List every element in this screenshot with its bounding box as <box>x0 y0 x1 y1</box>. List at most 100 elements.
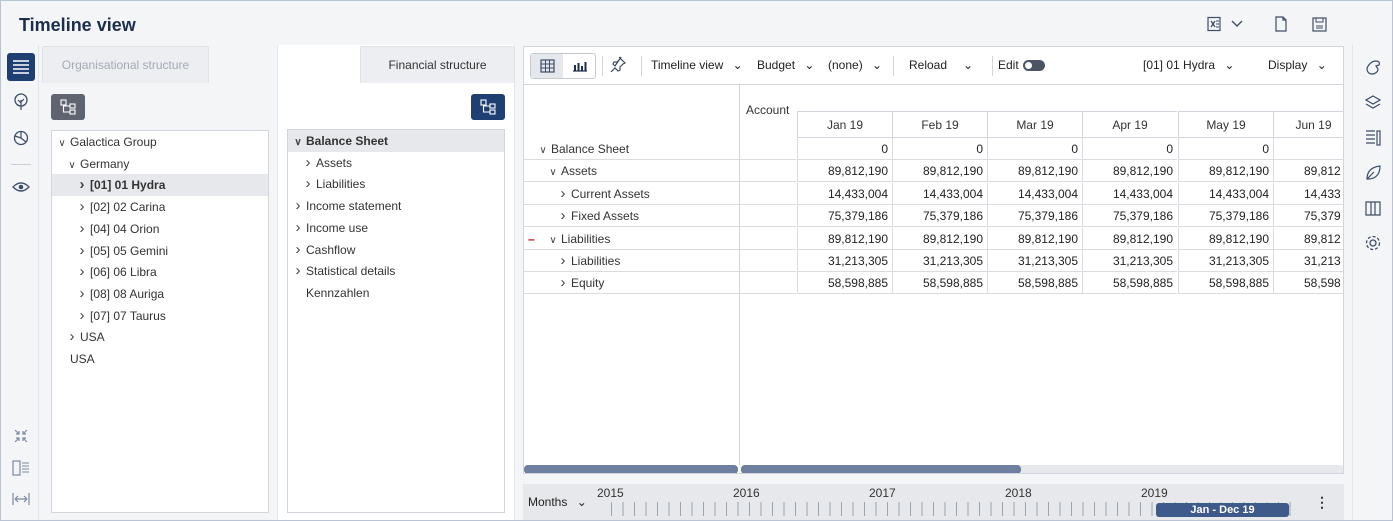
reload-options-chevron-icon[interactable]: ⌄ <box>963 58 973 72</box>
tree-item[interactable]: › [04] 04 Orion <box>52 218 268 240</box>
grid-cell[interactable]: 75,379 <box>1273 205 1343 228</box>
fin-tree-toggle-button[interactable] <box>471 94 505 120</box>
layers-icon[interactable] <box>1362 92 1384 114</box>
grid-cell[interactable]: 0 <box>797 138 892 160</box>
tree-item[interactable]: USA <box>52 348 268 370</box>
tree-item[interactable]: › Liabilities <box>288 173 504 195</box>
grid-row-label[interactable]: – ∨ Liabilities <box>524 228 739 250</box>
reload-button[interactable]: Reload <box>909 58 947 72</box>
tree-item[interactable]: › Cashflow <box>288 239 504 261</box>
excel-export-icon[interactable] <box>1204 14 1224 34</box>
chevron-right-icon[interactable]: › <box>77 261 87 283</box>
grid-cell[interactable]: 14,433,004 <box>797 182 892 205</box>
grid-cell[interactable]: 14,433,004 <box>1082 182 1177 205</box>
grid-cell[interactable]: 75,379,186 <box>987 205 1082 228</box>
pin-icon[interactable] <box>610 56 627 75</box>
tree-item[interactable]: › [07] 07 Taurus <box>52 305 268 327</box>
tree-item[interactable]: ∨ Germany <box>52 153 268 175</box>
grid-cell[interactable]: 89,812,190 <box>797 160 892 183</box>
grid-cell[interactable]: 89,812,190 <box>892 160 987 183</box>
grid-row-label[interactable]: › Current Assets <box>524 183 739 205</box>
chevron-right-icon[interactable]: › <box>77 218 87 240</box>
compare-dropdown[interactable]: (none) ⌄ <box>828 58 882 72</box>
grid-cell[interactable]: 89,812,190 <box>1082 227 1177 250</box>
grid-cell[interactable]: 31,213,305 <box>987 250 1082 272</box>
tree-item[interactable]: ∨ Balance Sheet <box>288 130 504 152</box>
chevron-right-icon[interactable]: › <box>77 196 87 218</box>
timeline-year-label[interactable]: 2019 <box>1141 486 1168 500</box>
entity-dropdown[interactable]: [01] 01 Hydra ⌄ <box>1143 58 1234 72</box>
grid-cell[interactable]: 89,812 <box>1273 227 1343 250</box>
chevron-right-icon[interactable]: › <box>77 240 87 262</box>
grid-row-label[interactable]: ∨ Balance Sheet <box>524 138 739 160</box>
chevron-down-icon[interactable]: ∨ <box>67 155 77 177</box>
grid-cell[interactable]: 75,379,186 <box>1082 205 1177 228</box>
chevron-right-icon[interactable]: › <box>77 174 87 196</box>
tab-organisational-structure[interactable]: Organisational structure <box>42 46 209 83</box>
pie-chart-icon[interactable] <box>7 124 35 152</box>
timeline-year-label[interactable]: 2018 <box>1005 486 1032 500</box>
chevron-right-icon[interactable]: › <box>293 195 303 217</box>
grid-cell[interactable]: 75,379,186 <box>1178 205 1273 228</box>
grid-cell[interactable]: 14,433 <box>1273 182 1343 205</box>
month-column-header[interactable]: Jun 19 <box>1273 111 1343 138</box>
tree-item[interactable]: › [05] 05 Gemini <box>52 240 268 262</box>
grid-cell[interactable]: 58,598,885 <box>987 272 1082 295</box>
table-view-icon[interactable] <box>531 54 563 78</box>
grid-cell[interactable]: 89,812,190 <box>1082 160 1177 183</box>
grid-cell[interactable]: 0 <box>892 138 987 160</box>
tree-structure-icon[interactable] <box>7 88 35 116</box>
grid-cell[interactable]: 89,812,190 <box>987 227 1082 250</box>
month-column-header[interactable]: Apr 19 <box>1082 111 1177 138</box>
grid-cell[interactable]: 89,812 <box>1273 160 1343 183</box>
chevron-right-icon[interactable]: › <box>77 283 87 305</box>
tree-item[interactable]: › Income use <box>288 217 504 239</box>
grid-cell[interactable]: 31,213 <box>1273 250 1343 272</box>
grid-cell[interactable]: 58,598,885 <box>892 272 987 295</box>
chevron-right-icon[interactable]: › <box>67 326 77 348</box>
display-dropdown[interactable]: Display ⌄ <box>1268 58 1327 72</box>
grid-cell[interactable]: 89,812,190 <box>1178 160 1273 183</box>
chevron-right-icon[interactable]: › <box>558 205 568 227</box>
save-icon[interactable] <box>1309 14 1329 34</box>
month-column-header[interactable]: Jan 19 <box>797 111 892 138</box>
collapse-icon[interactable] <box>7 422 35 450</box>
chevron-right-icon[interactable]: › <box>558 183 568 205</box>
timeline-year-label[interactable]: 2015 <box>597 486 624 500</box>
month-column-header[interactable]: Feb 19 <box>892 111 987 138</box>
tree-item[interactable]: Kennzahlen <box>288 282 504 304</box>
tree-item[interactable]: ∨ Galactica Group <box>52 131 268 153</box>
chevron-right-icon[interactable]: › <box>303 173 313 195</box>
expand-width-icon[interactable] <box>7 485 35 513</box>
timeline-year-label[interactable]: 2016 <box>733 486 760 500</box>
grid-row-label[interactable]: › Fixed Assets <box>524 205 739 228</box>
chevron-right-icon[interactable]: › <box>558 250 568 272</box>
grid-cell[interactable]: 75,379,186 <box>797 205 892 228</box>
edit-switch[interactable] <box>1022 60 1045 72</box>
tree-item[interactable]: › Income statement <box>288 195 504 217</box>
gear-icon[interactable] <box>1362 232 1384 254</box>
tree-item[interactable]: › [01] 01 Hydra <box>52 174 268 197</box>
grid-cell[interactable]: 58,598 <box>1273 272 1343 295</box>
grid-cell[interactable]: 31,213,305 <box>1082 250 1177 272</box>
grid-cell[interactable]: 89,812,190 <box>1178 227 1273 250</box>
right-scrollbar-thumb[interactable] <box>741 465 1021 473</box>
grid-row-label[interactable]: ∨ Assets <box>524 160 739 183</box>
timeline-mode-dropdown[interactable]: Months ⌄ <box>528 495 587 509</box>
book-icon[interactable] <box>1362 197 1384 219</box>
grid-cell[interactable]: 31,213,305 <box>892 250 987 272</box>
new-document-icon[interactable] <box>1271 14 1291 34</box>
grid-row-label[interactable]: › Liabilities <box>524 250 739 272</box>
chevron-down-icon[interactable]: ∨ <box>548 230 558 252</box>
grid-cell[interactable]: 58,598,885 <box>1178 272 1273 295</box>
more-options-icon[interactable]: ⋮ <box>1315 494 1329 511</box>
scenario-dropdown[interactable]: Budget ⌄ <box>757 58 814 72</box>
hand-icon[interactable] <box>1362 57 1384 79</box>
grid-cell[interactable]: 0 <box>987 138 1082 160</box>
leaf-icon[interactable] <box>1362 162 1384 184</box>
tree-item[interactable]: › [06] 06 Libra <box>52 261 268 283</box>
month-column-header[interactable]: May 19 <box>1178 111 1273 138</box>
grid-cell[interactable]: 0 <box>1178 138 1273 160</box>
chevron-right-icon[interactable]: › <box>558 272 568 294</box>
grid-cell[interactable]: 75,379,186 <box>892 205 987 228</box>
